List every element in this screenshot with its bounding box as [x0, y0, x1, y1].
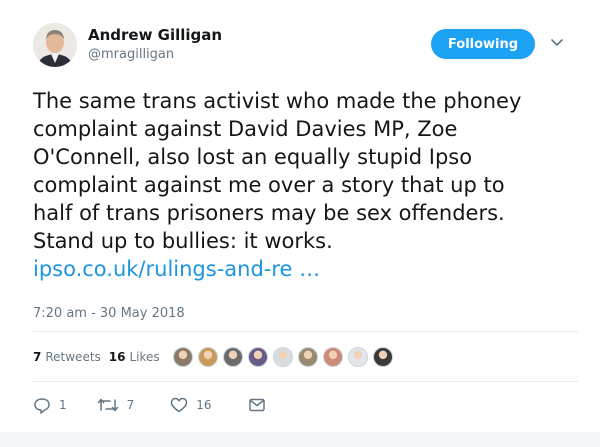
liker-avatar[interactable] [248, 347, 268, 367]
liker-avatar[interactable] [323, 347, 343, 367]
liker-avatar[interactable] [348, 347, 368, 367]
author-avatar[interactable] [33, 23, 77, 67]
avatar-photo [33, 23, 77, 67]
likes-count: 16 [108, 350, 126, 364]
following-button[interactable]: Following [431, 29, 535, 59]
tweet-link[interactable]: ipso.co.uk/rulings-and-re … [33, 257, 320, 281]
author-handle[interactable]: @mragilligan [88, 47, 174, 62]
tweet-card: Andrew Gilligan @mragilligan Following T… [0, 0, 600, 447]
likes-stat[interactable]: 16 Likes [109, 350, 160, 364]
envelope-icon [248, 398, 265, 412]
tweet-text-line: Stand up to bullies: it works. [33, 229, 333, 253]
reply-count: 1 [59, 398, 67, 412]
liker-avatar[interactable] [198, 347, 218, 367]
tweet-timestamp[interactable]: 7:20 am - 30 May 2018 [33, 306, 185, 321]
direct-message-button[interactable] [248, 397, 266, 413]
tweet-text-line: O'Connell, also lost an equally stupid I… [33, 145, 473, 169]
retweets-stat[interactable]: 7 Retweets [33, 350, 101, 364]
retweets-label: Retweets [45, 350, 101, 364]
liker-avatar[interactable] [273, 347, 293, 367]
retweet-icon [97, 398, 118, 412]
retweet-count: 7 [126, 398, 135, 412]
tweet-text-line: complaint against me over a story that u… [33, 173, 505, 197]
heart-icon [171, 397, 188, 413]
liker-avatar[interactable] [173, 347, 193, 367]
chevron-down-icon[interactable] [550, 36, 564, 50]
like-button[interactable]: 16 [170, 397, 212, 413]
like-count: 16 [196, 398, 212, 412]
engagement-stats: 7 Retweets 16 Likes [33, 347, 168, 367]
liker-avatars [173, 347, 398, 369]
liker-avatar[interactable] [373, 347, 393, 367]
reply-icon [34, 397, 50, 414]
liker-avatar[interactable] [223, 347, 243, 367]
tweet-actions: 1 7 16 [33, 395, 266, 415]
retweets-count: 7 [33, 350, 42, 364]
tweet-text-line: half of trans prisoners may be sex offen… [33, 201, 505, 225]
tweet-text-line: The same trans activist who made the pho… [33, 89, 522, 113]
divider [33, 381, 578, 382]
liker-avatar[interactable] [298, 347, 318, 367]
tweet-text-line: complaint against David Davies MP, Zoe [33, 117, 458, 141]
reply-button[interactable]: 1 [33, 397, 67, 414]
divider [33, 331, 578, 332]
tweet-text: The same trans activist who made the pho… [33, 87, 578, 283]
retweet-button[interactable]: 7 [97, 397, 135, 413]
author-name[interactable]: Andrew Gilligan [88, 26, 222, 44]
footer-bar [0, 432, 600, 447]
likes-label: Likes [129, 350, 160, 364]
